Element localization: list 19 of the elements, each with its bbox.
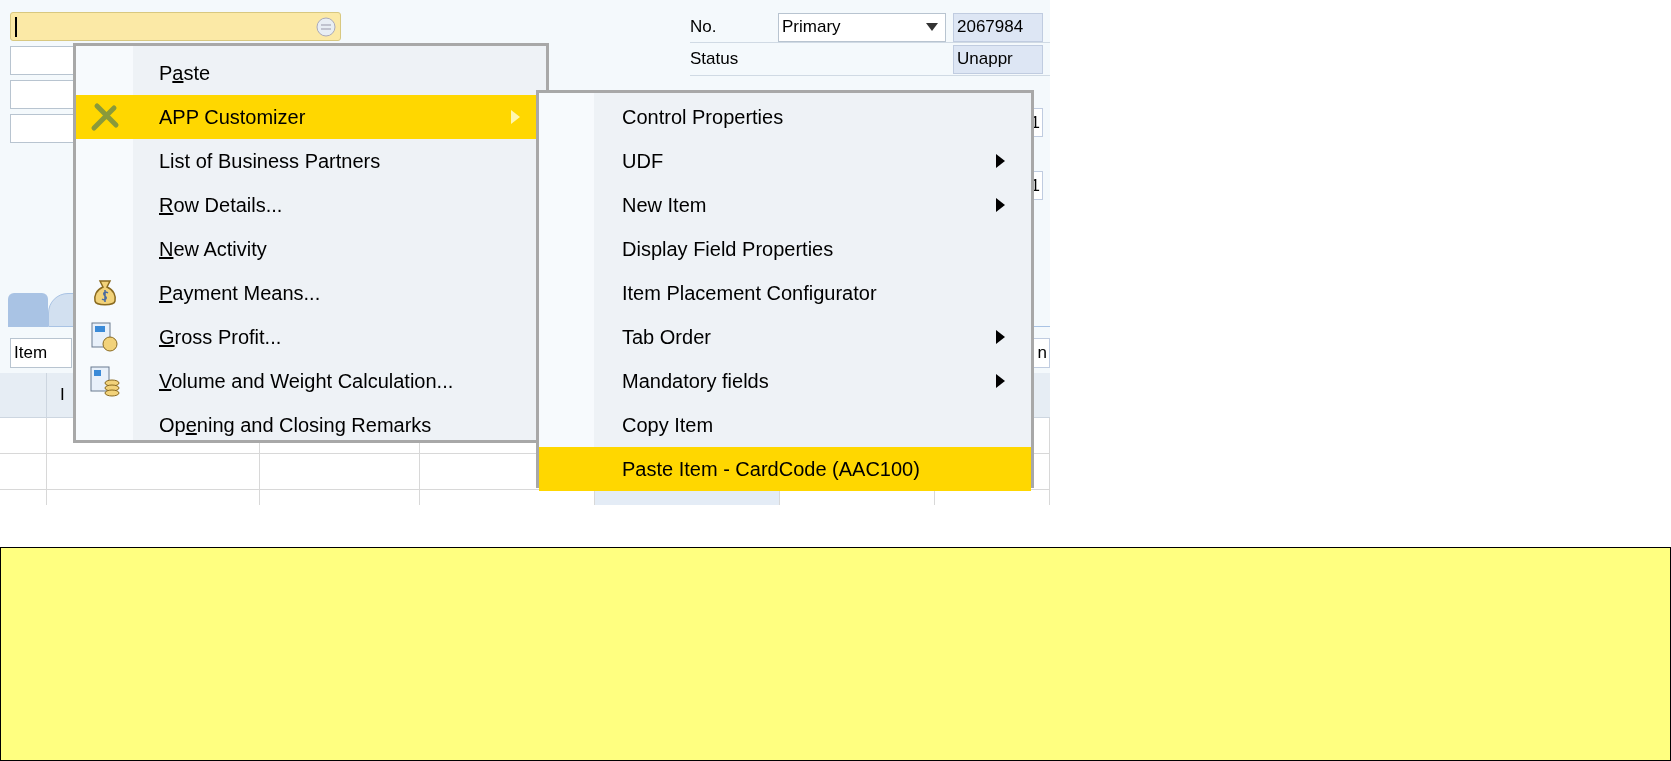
list-icon[interactable] bbox=[316, 16, 336, 37]
type-dropdown[interactable]: Item bbox=[10, 338, 72, 368]
menu-item[interactable]: Copy Item bbox=[539, 403, 1031, 447]
menu-item[interactable]: New Item bbox=[539, 183, 1031, 227]
table-coins-icon bbox=[88, 365, 121, 397]
input-field: 2067984 bbox=[953, 12, 1043, 42]
input-field[interactable] bbox=[10, 12, 341, 41]
menu-item[interactable]: Display Field Properties bbox=[539, 227, 1031, 271]
document-money-icon bbox=[89, 321, 120, 353]
menu-item[interactable]: Mandatory fields bbox=[539, 359, 1031, 403]
tab[interactable] bbox=[8, 293, 48, 327]
series-dropdown[interactable]: Primary bbox=[778, 12, 946, 42]
input-field: Unappr bbox=[953, 44, 1043, 74]
menu-item[interactable]: UDF bbox=[539, 139, 1031, 183]
menu-item[interactable]: Paste Item - CardCode (AAC100) bbox=[539, 447, 1031, 491]
field-label: Status bbox=[690, 48, 740, 71]
dropdown-arrow-icon bbox=[926, 23, 938, 31]
menu-item[interactable]: Paste bbox=[76, 51, 546, 95]
field-label: No. bbox=[690, 16, 718, 39]
